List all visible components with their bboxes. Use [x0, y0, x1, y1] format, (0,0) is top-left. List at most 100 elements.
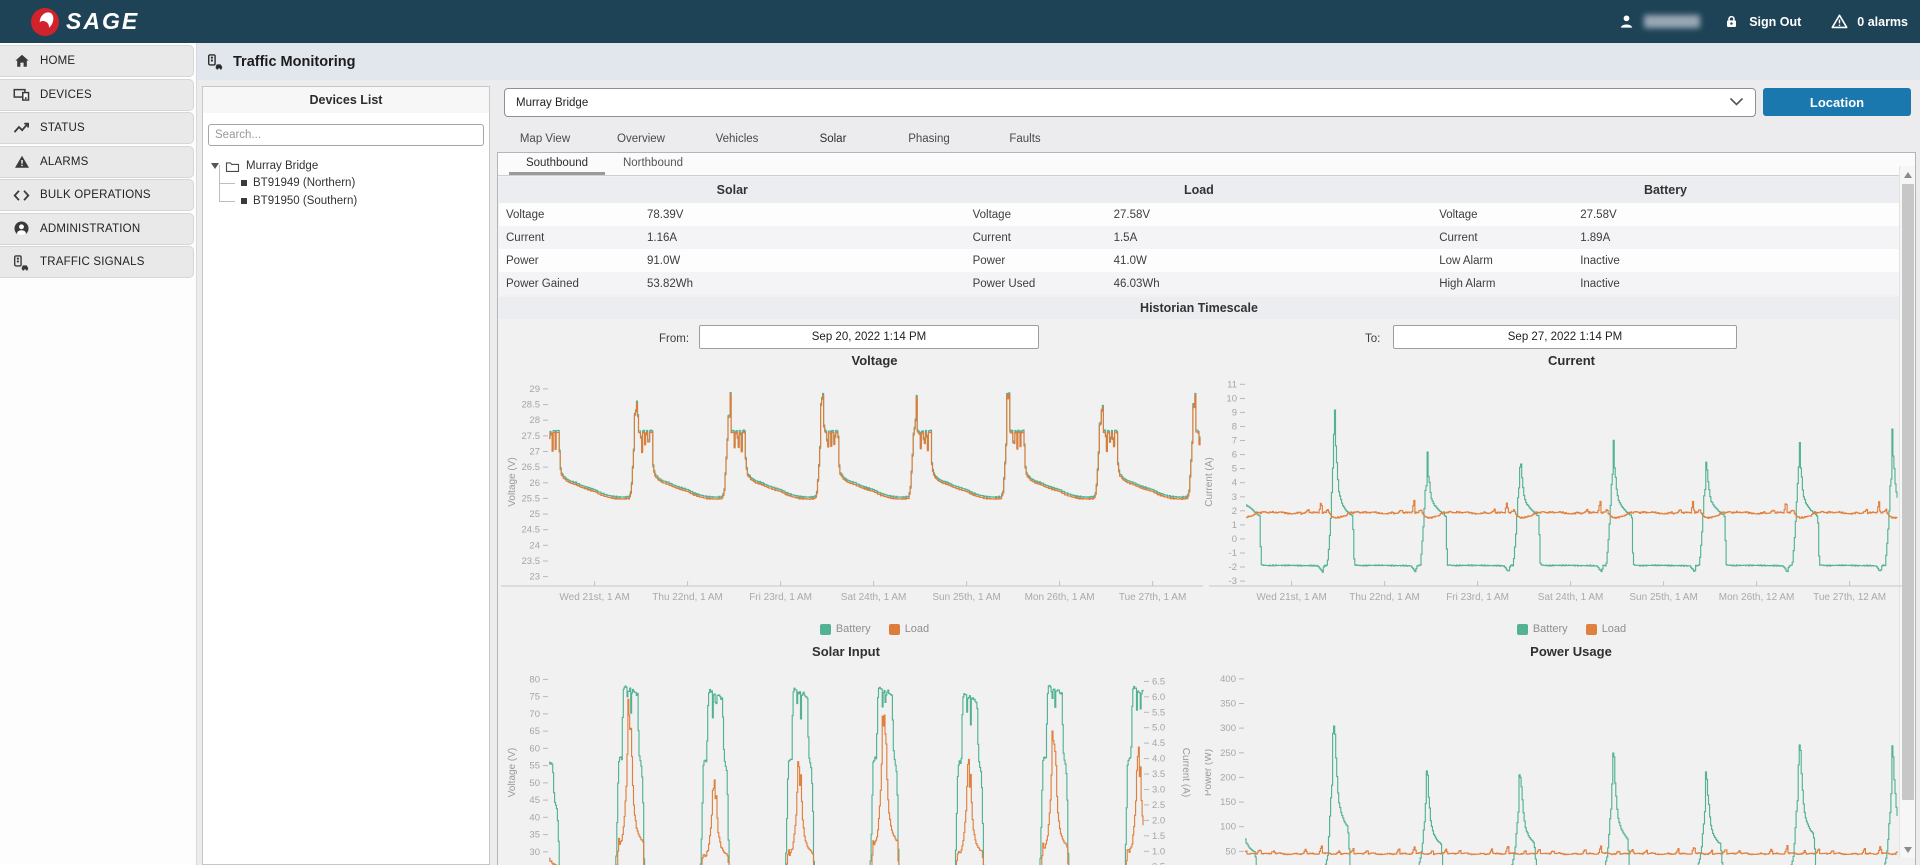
stat-battery-high-alarm: High Alarm Inactive: [1432, 272, 1899, 295]
svg-text:27.5: 27.5: [522, 431, 541, 442]
svg-text:4: 4: [1232, 478, 1237, 489]
app-root: SAGE Sign Out 0 alarms HOME DEVICES STATUS…: [0, 0, 1920, 865]
stat-label: Current: [1439, 231, 1478, 244]
tab-overview[interactable]: Overview: [593, 130, 689, 152]
stat-value: 1.16A: [647, 231, 678, 244]
sidebar-item-administration[interactable]: ADMINISTRATION: [0, 212, 194, 245]
sidebar-item-label: ALARMS: [40, 155, 89, 168]
page-header: Traffic Monitoring: [197, 43, 1920, 80]
svg-text:24.5: 24.5: [522, 525, 541, 536]
brand-logo[interactable]: SAGE: [31, 7, 139, 36]
traffic-signals-icon: [13, 254, 30, 271]
location-dropdown[interactable]: Murray Bridge: [504, 88, 1756, 117]
stat-battery-voltage: Voltage 27.58V: [1432, 203, 1899, 226]
svg-text:200: 200: [1220, 772, 1236, 783]
svg-text:5.5: 5.5: [1152, 707, 1165, 718]
tab-faults[interactable]: Faults: [977, 130, 1073, 152]
stat-value: 1.89A: [1580, 231, 1611, 244]
sidebar-item-traffic-signals[interactable]: TRAFFIC SIGNALS: [0, 246, 194, 278]
svg-text:Fri 23rd, 1 AM: Fri 23rd, 1 AM: [1446, 592, 1509, 603]
svg-text:6.5: 6.5: [1152, 676, 1165, 687]
stat-value: 46.03Wh: [1113, 277, 1160, 290]
sidebar-item-devices[interactable]: DEVICES: [0, 78, 194, 111]
devices-tree: Murray Bridge BT91949 (Northern) BT91950 …: [203, 158, 489, 210]
legend-swatch-icon: [888, 623, 900, 635]
chart-legend: Battery Load: [1246, 623, 1897, 635]
svg-text:Current (A): Current (A): [1205, 457, 1215, 506]
stat-label: Voltage: [1439, 208, 1478, 221]
sidebar-item-home[interactable]: HOME: [0, 45, 194, 77]
subtab-northbound[interactable]: Northbound: [605, 153, 701, 175]
svg-text:Voltage (V): Voltage (V): [507, 748, 518, 797]
svg-text:0: 0: [1232, 534, 1237, 545]
svg-text:Current (A): Current (A): [1180, 748, 1191, 797]
chart-title: Solar Input: [812, 644, 880, 659]
sidebar-item-label: TRAFFIC SIGNALS: [40, 256, 145, 268]
svg-text:Tue 27th, 1 AM: Tue 27th, 1 AM: [1119, 592, 1186, 603]
svg-text:11: 11: [1227, 379, 1237, 390]
svg-text:25.5: 25.5: [522, 493, 541, 504]
stat-label: Power Used: [972, 277, 1036, 290]
stats-column-title-battery: Battery: [1643, 183, 1688, 197]
stat-label: Power Gained: [506, 277, 579, 290]
from-datetime-input[interactable]: Sep 20, 2022 1:14 PM: [699, 325, 1039, 349]
stats-row: Voltage 78.39V Voltage 27.58V Voltage 27.58V: [499, 203, 1899, 226]
tree-node-bt91950-southern-[interactable]: BT91950 (Southern): [203, 183, 489, 210]
svg-text:70: 70: [529, 709, 540, 720]
stat-value: 27.58V: [1580, 208, 1617, 221]
svg-text:3.0: 3.0: [1152, 785, 1165, 796]
stat-label: Current: [972, 231, 1011, 244]
sidebar-item-bulk-operations[interactable]: BULK OPERATIONS: [0, 179, 194, 211]
stat-load-power-used: Power Used 46.03Wh: [966, 272, 1433, 295]
tree-node-label: BT91950 (Southern): [253, 195, 358, 207]
administration-icon: [13, 220, 30, 237]
alarms-count[interactable]: 0 alarms: [1857, 15, 1908, 29]
stat-label: Power: [972, 254, 1006, 267]
sidebar-item-alarms[interactable]: ALARMS: [0, 145, 194, 178]
user-icon: [1618, 13, 1635, 30]
sidebar-item-label: BULK OPERATIONS: [40, 189, 151, 201]
svg-text:100: 100: [1220, 822, 1236, 833]
status-icon: [13, 120, 30, 137]
search-input[interactable]: [208, 124, 484, 146]
svg-text:250: 250: [1220, 748, 1236, 759]
scroll-up-arrow-icon[interactable]: [1900, 167, 1916, 182]
chevron-down-icon: [1729, 97, 1744, 109]
tab-phasing[interactable]: Phasing: [881, 130, 977, 152]
stats-column-title-load: Load: [1183, 183, 1214, 197]
svg-text:28.5: 28.5: [522, 400, 541, 411]
tab-vehicles[interactable]: Vehicles: [689, 130, 785, 152]
sidebar-item-status[interactable]: STATUS: [0, 112, 194, 144]
home-icon: [13, 53, 30, 70]
svg-text:23.5: 23.5: [522, 556, 541, 567]
svg-text:45: 45: [529, 795, 540, 806]
to-datetime-input[interactable]: Sep 27, 2022 1:14 PM: [1393, 325, 1737, 349]
chart-title: Current: [1548, 353, 1595, 368]
svg-text:4.5: 4.5: [1152, 738, 1165, 749]
sidebar-item-label: STATUS: [40, 122, 85, 134]
svg-text:10: 10: [1226, 393, 1237, 404]
sidebar-item-label: HOME: [40, 55, 76, 67]
svg-text:3: 3: [1232, 492, 1237, 503]
svg-text:Sun 25th, 1 AM: Sun 25th, 1 AM: [1629, 592, 1697, 603]
subtab-southbound[interactable]: Southbound: [509, 153, 605, 175]
svg-text:6: 6: [1232, 450, 1237, 461]
svg-text:Power (W): Power (W): [1205, 749, 1214, 796]
stats-row: Power Gained 53.82Wh Power Used 46.03Wh High…: [499, 272, 1899, 295]
sign-out-button[interactable]: Sign Out: [1749, 15, 1801, 29]
stat-load-voltage: Voltage 27.58V: [966, 203, 1433, 226]
svg-text:Tue 27th, 12 AM: Tue 27th, 12 AM: [1813, 592, 1886, 603]
svg-text:400: 400: [1220, 674, 1236, 685]
svg-text:2.0: 2.0: [1152, 815, 1165, 826]
sidebar-item-label: DEVICES: [40, 88, 92, 101]
tree-collapse-icon[interactable]: [211, 163, 219, 169]
tree-node-murray-bridge[interactable]: Murray Bridge: [203, 158, 489, 174]
location-button[interactable]: Location: [1763, 88, 1911, 116]
device-node-icon: [241, 198, 247, 204]
legend-item-battery: Battery: [819, 623, 871, 635]
svg-text:24: 24: [529, 540, 540, 551]
tab-map-view[interactable]: Map View: [497, 130, 593, 152]
tree-node-bt91949-northern-[interactable]: BT91949 (Northern): [203, 165, 489, 192]
tab-solar[interactable]: Solar: [785, 130, 881, 155]
legend-swatch-icon: [819, 623, 831, 635]
